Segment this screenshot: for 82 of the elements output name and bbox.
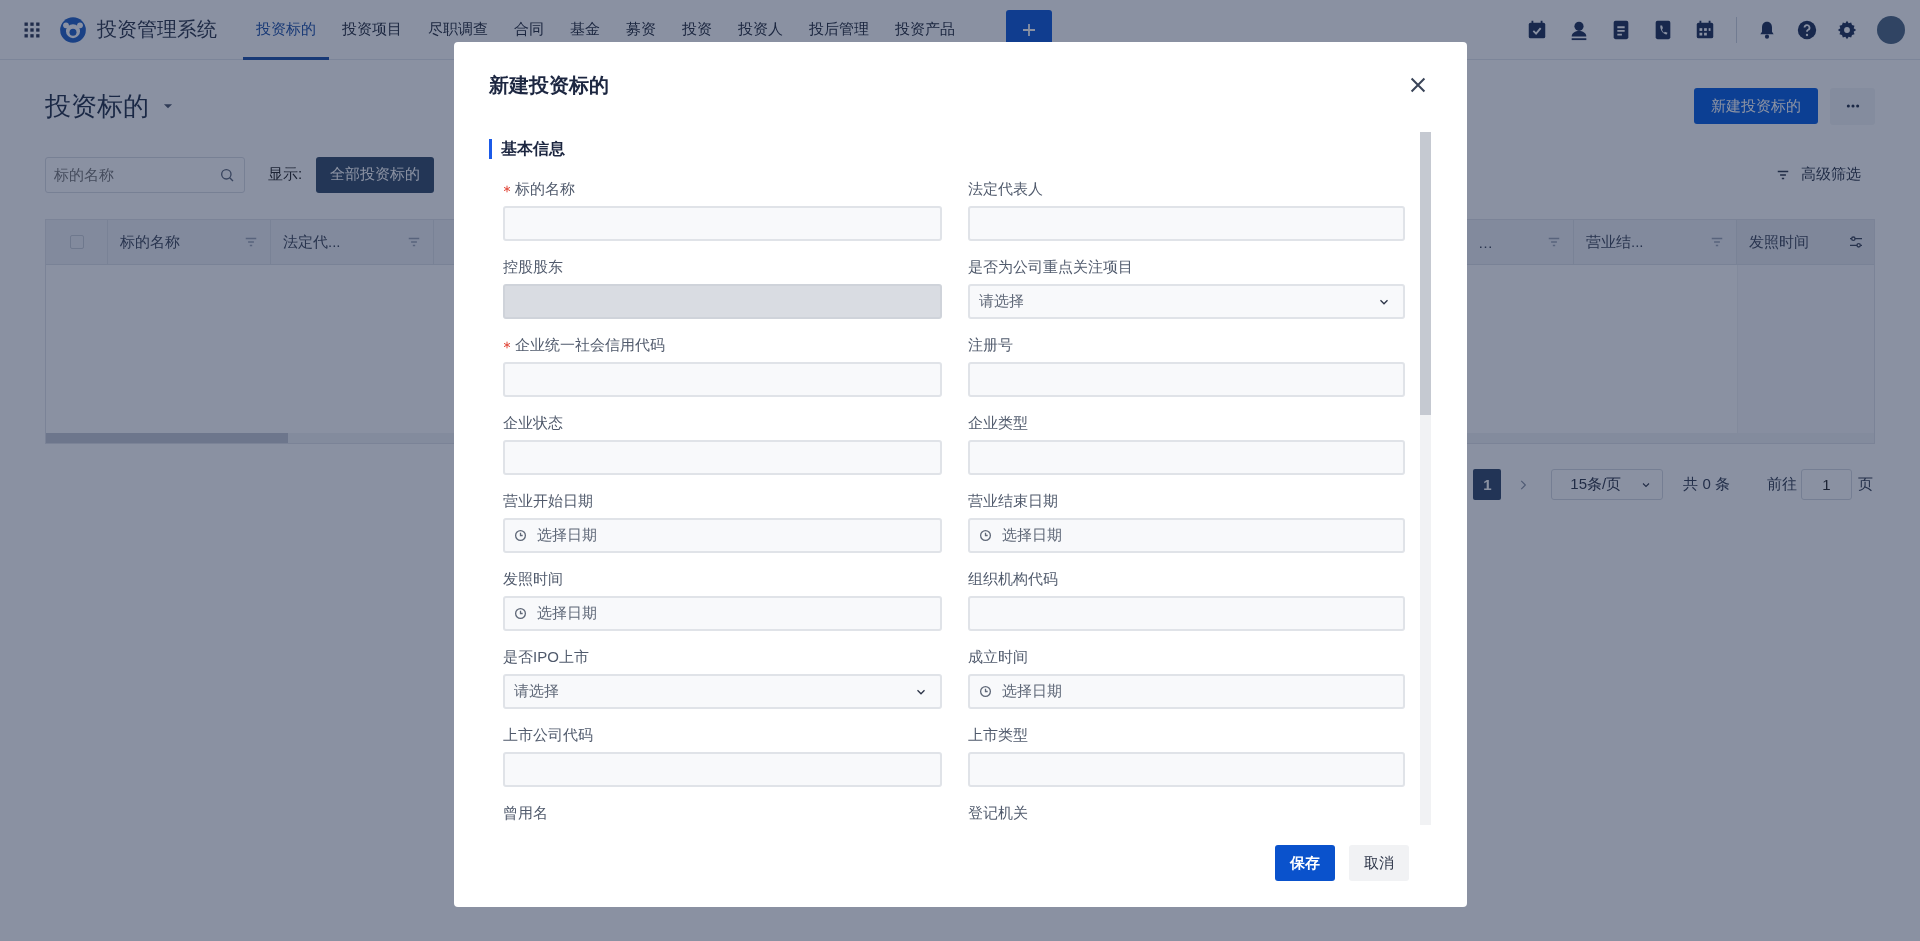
nav-tab[interactable]: 合同 bbox=[501, 0, 557, 60]
field-label: 是否为公司重点关注项目 bbox=[968, 257, 1133, 277]
settings-icon[interactable] bbox=[1837, 19, 1857, 40]
calendar-check-icon[interactable] bbox=[1526, 18, 1548, 41]
text-field[interactable] bbox=[968, 440, 1405, 475]
calendar-icon[interactable] bbox=[1694, 18, 1716, 41]
nav-tab[interactable]: 投后管理 bbox=[796, 0, 882, 60]
scrollbar-thumb[interactable] bbox=[1420, 132, 1431, 415]
nav-tab[interactable]: 投资标的 bbox=[243, 0, 329, 60]
search-field[interactable]: 标的名称 bbox=[45, 156, 245, 193]
text-field[interactable] bbox=[503, 752, 942, 787]
field-label: 标的名称 bbox=[515, 179, 575, 199]
select-field[interactable]: 请选择 bbox=[968, 284, 1405, 319]
text-field[interactable] bbox=[968, 752, 1405, 787]
date-field[interactable]: 选择日期 bbox=[503, 518, 942, 553]
date-field[interactable]: 选择日期 bbox=[503, 596, 942, 631]
filter-icon[interactable] bbox=[244, 235, 258, 249]
filter-icon[interactable] bbox=[407, 235, 421, 249]
nav-tab[interactable]: 投资产品 bbox=[882, 0, 968, 60]
advanced-filter-button[interactable]: 高级筛选 bbox=[1770, 164, 1875, 185]
view-dropdown-button[interactable]: 全部投资标的 bbox=[316, 156, 435, 193]
field-label: 曾用名 bbox=[503, 803, 548, 823]
page-number[interactable]: 1 bbox=[1473, 469, 1502, 500]
field-label: 营业结束日期 bbox=[968, 491, 1058, 511]
select-field[interactable]: 请选择 bbox=[503, 674, 942, 709]
page-suffix: 页 bbox=[1858, 475, 1873, 494]
field-label: 是否IPO上市 bbox=[503, 647, 589, 667]
text-field[interactable] bbox=[503, 206, 942, 241]
column-header[interactable]: 法定代... bbox=[271, 220, 434, 264]
field-label: 上市类型 bbox=[968, 725, 1028, 745]
text-field[interactable] bbox=[503, 440, 942, 475]
text-field[interactable] bbox=[968, 362, 1405, 397]
nav-tab[interactable]: 募资 bbox=[613, 0, 669, 60]
required-icon bbox=[503, 341, 511, 349]
app-title: 投资管理系统 bbox=[97, 17, 217, 42]
new-target-button[interactable]: 新建投资标的 bbox=[1694, 88, 1818, 124]
filter-icon[interactable] bbox=[1710, 235, 1724, 249]
column-settings-icon[interactable] bbox=[1847, 234, 1864, 250]
help-icon[interactable] bbox=[1797, 19, 1817, 40]
nav-tab[interactable]: 投资 bbox=[669, 0, 725, 60]
user-avatar[interactable] bbox=[1877, 15, 1905, 44]
total-count: 共 0 条 bbox=[1683, 475, 1730, 494]
text-field[interactable] bbox=[968, 596, 1405, 631]
field-label: 登记机关 bbox=[968, 803, 1028, 823]
field-label: 成立时间 bbox=[968, 647, 1028, 667]
clock-icon bbox=[979, 685, 992, 698]
save-button[interactable]: 保存 bbox=[1275, 845, 1335, 881]
scrollbar-thumb[interactable] bbox=[46, 433, 288, 443]
required-icon bbox=[503, 185, 511, 193]
field-label: 营业开始日期 bbox=[503, 491, 593, 511]
nav-tab[interactable]: 投资项目 bbox=[329, 0, 415, 60]
page-size-select[interactable]: 15条/页 bbox=[1551, 469, 1664, 500]
field-label: 注册号 bbox=[968, 335, 1013, 355]
nav-tab[interactable]: 尽职调查 bbox=[415, 0, 501, 60]
text-field[interactable] bbox=[503, 362, 942, 397]
field-label: 发照时间 bbox=[503, 569, 563, 589]
date-field[interactable]: 选择日期 bbox=[968, 674, 1405, 709]
nav-tab[interactable]: 基金 bbox=[557, 0, 613, 60]
text-field[interactable] bbox=[968, 206, 1405, 241]
field-label: 控股股东 bbox=[503, 257, 563, 277]
column-header[interactable]: 标的名称 bbox=[108, 220, 271, 264]
goto-page-field[interactable]: 1 bbox=[1801, 469, 1852, 500]
cancel-button[interactable]: 取消 bbox=[1349, 845, 1409, 881]
field-label: 上市公司代码 bbox=[503, 725, 593, 745]
field-label: 法定代表人 bbox=[968, 179, 1043, 199]
search-icon[interactable] bbox=[219, 166, 235, 183]
display-label: 显示: bbox=[268, 165, 303, 184]
logo-icon bbox=[59, 15, 87, 44]
date-field[interactable]: 选择日期 bbox=[968, 518, 1405, 553]
more-button[interactable] bbox=[1830, 87, 1875, 125]
field-label: 企业类型 bbox=[968, 413, 1028, 433]
field-label: 组织机构代码 bbox=[968, 569, 1058, 589]
filter-icon[interactable] bbox=[1547, 235, 1561, 249]
nav-tab[interactable]: 投资人 bbox=[725, 0, 796, 60]
clock-icon bbox=[514, 607, 527, 620]
clock-icon bbox=[979, 529, 992, 542]
page-title: 投资标的 bbox=[45, 89, 149, 123]
field-label: 企业统一社会信用代码 bbox=[515, 335, 665, 355]
field-label: 企业状态 bbox=[503, 413, 563, 433]
dialog-title: 新建投资标的 bbox=[489, 72, 609, 98]
goto-label: 前往 bbox=[1767, 475, 1797, 494]
clock-icon bbox=[514, 529, 527, 542]
